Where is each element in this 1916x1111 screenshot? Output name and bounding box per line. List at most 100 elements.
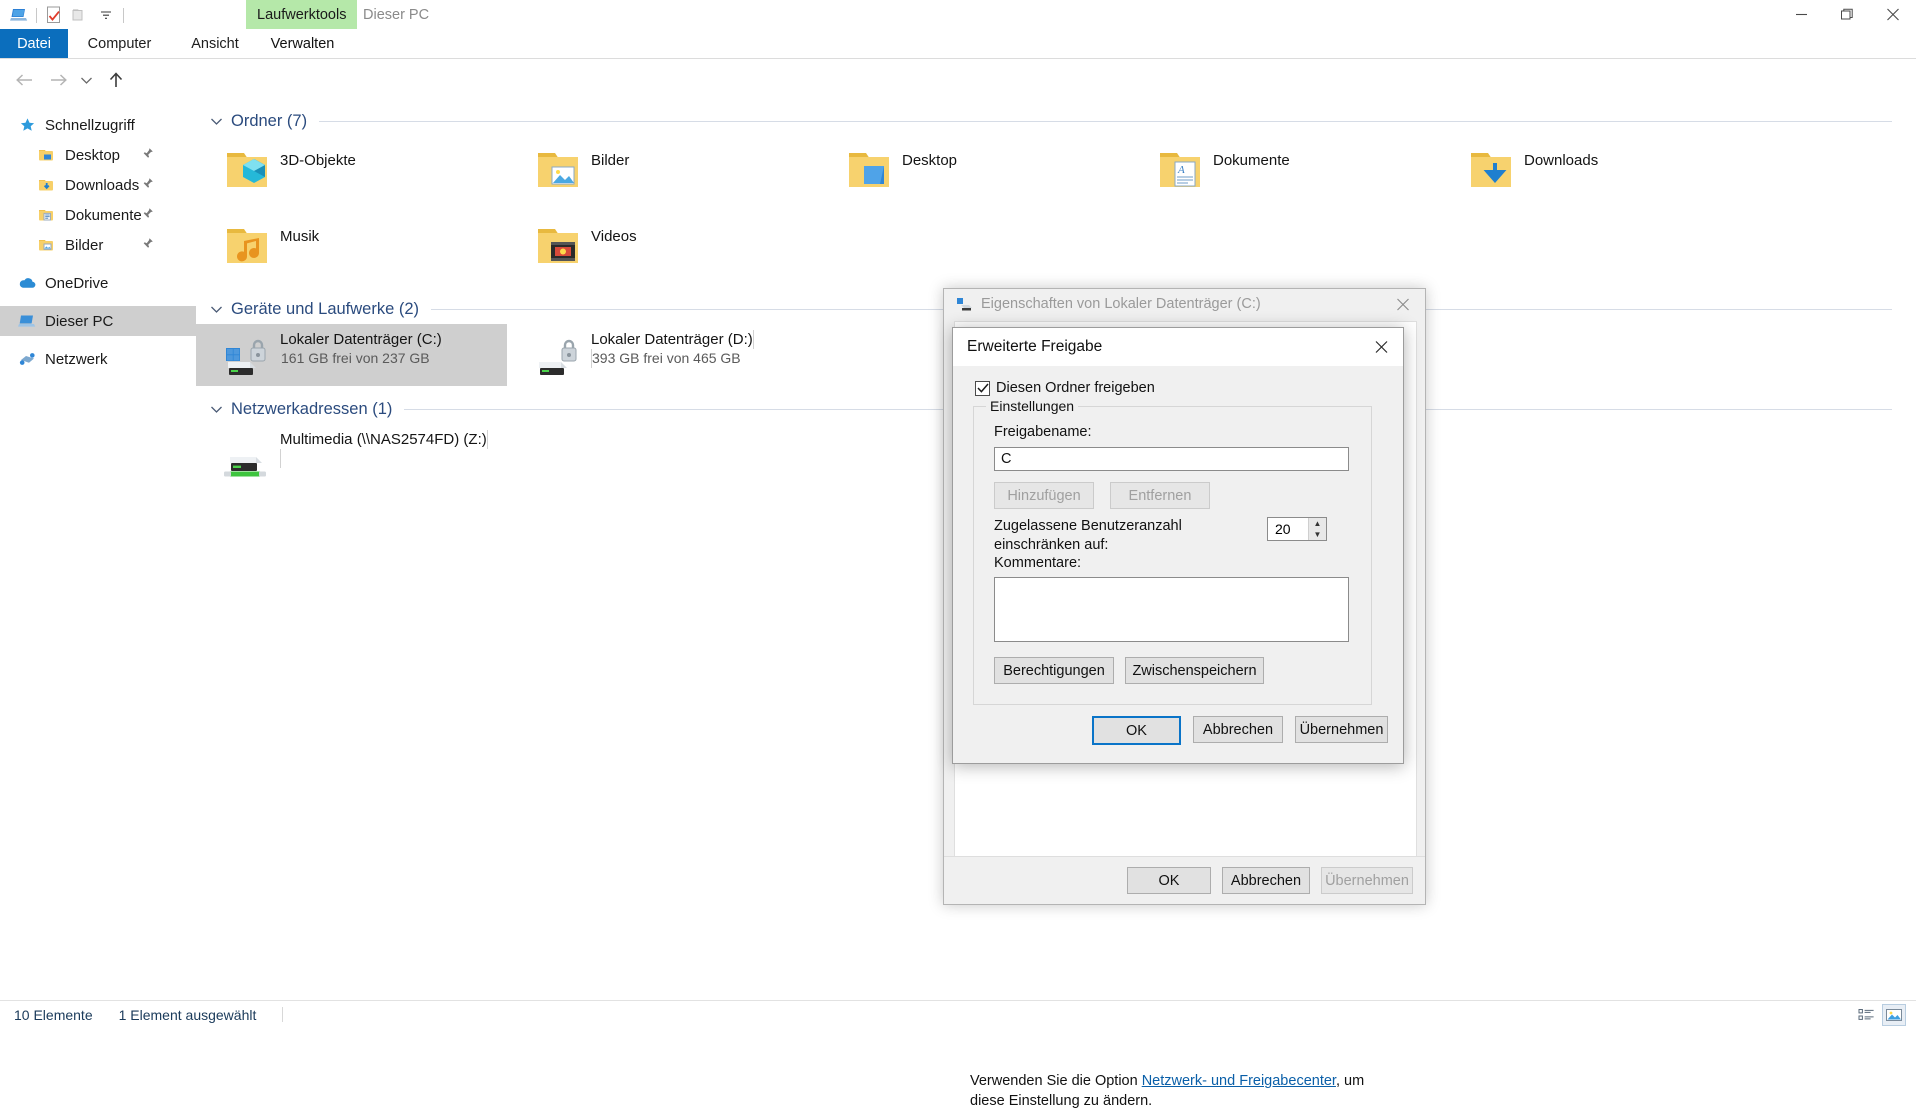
pin-icon[interactable] [141, 207, 154, 224]
restore-icon[interactable] [1824, 0, 1870, 29]
navigation-pane: Schnellzugriff Desktop Downloads Dokumen… [0, 104, 196, 1000]
list-item-label: Musik [280, 228, 320, 245]
comments-label: Kommentare: [994, 555, 1082, 571]
list-item[interactable]: Videos [507, 212, 818, 288]
folder-documents-icon: A [1151, 142, 1213, 200]
close-icon[interactable] [1381, 290, 1425, 319]
group-header-label: Geräte und Laufwerke (2) [231, 299, 420, 318]
sidebar-item-onedrive[interactable]: OneDrive [0, 268, 196, 298]
window-title: Dieser PC [363, 6, 430, 23]
window-controls [1778, 0, 1916, 29]
folder-downloads-icon [1462, 142, 1524, 200]
up-button[interactable] [102, 66, 130, 94]
pin-icon[interactable] [141, 147, 154, 164]
close-icon[interactable] [1870, 0, 1916, 29]
group-header-folders[interactable]: Ordner (7) [196, 106, 1916, 136]
share-name-label: Freigabename: [994, 424, 1092, 440]
user-limit-value[interactable]: 20 [1268, 518, 1308, 540]
caching-button[interactable]: Zwischenspeichern [1125, 657, 1264, 684]
close-icon[interactable] [1359, 329, 1403, 366]
ribbon-divider [0, 58, 1916, 59]
quick-access-toolbar [6, 3, 128, 27]
details-view-icon[interactable] [1854, 1004, 1878, 1026]
comments-textarea[interactable] [994, 577, 1349, 642]
downloads-folder-icon [36, 175, 58, 195]
local-drive-icon [529, 328, 591, 386]
list-item[interactable]: Musik [196, 212, 507, 288]
navigation-row: › Dieser PC "Dieser PC" durchsuchen [0, 60, 1916, 150]
chevron-down-icon[interactable] [210, 403, 223, 416]
forward-button[interactable] [44, 66, 72, 94]
pin-icon[interactable] [141, 177, 154, 194]
back-button[interactable] [10, 66, 38, 94]
large-icons-view-icon[interactable] [1882, 1003, 1906, 1026]
ok-button[interactable]: OK [1092, 716, 1181, 745]
cancel-button[interactable]: Abbrechen [1222, 867, 1310, 894]
capacity-text: 393 GB frei von 465 GB [592, 350, 741, 366]
sidebar-item-label: Schnellzugriff [45, 116, 135, 134]
tab-computer[interactable]: Computer [72, 29, 167, 59]
user-limit-stepper[interactable]: 20 ▲ ▼ [1267, 517, 1327, 541]
cancel-button[interactable]: Abbrechen [1193, 716, 1283, 743]
sidebar-item-label: Desktop [65, 146, 121, 164]
tab-ansicht[interactable]: Ansicht [175, 29, 255, 59]
sidebar-item-schnellzugriff[interactable]: Schnellzugriff [0, 110, 196, 140]
title-bar: Laufwerktools Dieser PC [0, 0, 1916, 29]
chevron-down-icon[interactable] [210, 115, 223, 128]
folder-3d-objects-icon [218, 142, 280, 200]
documents-folder-icon [36, 205, 58, 225]
dialog-title: Erweiterte Freigabe [967, 338, 1103, 355]
chevron-down-icon[interactable] [210, 303, 223, 316]
spinner-down-icon[interactable]: ▼ [1309, 529, 1326, 540]
star-icon [16, 115, 38, 135]
toolbar-divider-2 [123, 7, 124, 23]
sidebar-item-netzwerk[interactable]: Netzwerk [0, 344, 196, 374]
dialog-footer: OK Abbrechen Übernehmen [953, 716, 1405, 745]
properties-icon[interactable] [41, 3, 67, 27]
list-item[interactable]: Downloads [1440, 136, 1751, 212]
list-item[interactable]: 3D-Objekte [196, 136, 507, 212]
sidebar-item-downloads[interactable]: Downloads [0, 170, 196, 200]
list-item[interactable]: Desktop [818, 136, 1129, 212]
list-item[interactable]: Lokaler Datenträger (C:) 161 GB frei von… [196, 324, 507, 386]
share-folder-checkbox[interactable] [975, 380, 990, 396]
share-folder-checkbox-row[interactable]: Diesen Ordner freigeben [953, 366, 1403, 396]
list-item[interactable]: Lokaler Datenträger (D:) 393 GB frei von… [507, 324, 818, 386]
customize-dropdown-icon[interactable] [93, 3, 119, 27]
dialog-title: Eigenschaften von Lokaler Datenträger (C… [981, 296, 1261, 312]
sidebar-item-bilder[interactable]: Bilder [0, 230, 196, 260]
list-item-label: Desktop [902, 152, 958, 169]
network-drive-icon [218, 428, 280, 492]
permissions-button[interactable]: Berechtigungen [994, 657, 1114, 684]
this-pc-icon[interactable] [6, 3, 32, 27]
new-folder-icon[interactable] [67, 3, 93, 27]
list-item-label: Downloads [1524, 152, 1599, 169]
group-header-label: Netzwerkadressen (1) [231, 399, 393, 418]
list-item-label: Bilder [591, 152, 630, 169]
pin-icon[interactable] [141, 237, 154, 254]
onedrive-cloud-icon [16, 273, 38, 293]
recent-locations-icon[interactable] [76, 66, 96, 94]
ok-button[interactable]: OK [1127, 867, 1211, 894]
sharing-center-note: Verwenden Sie die Option Netzwerk- und F… [970, 1071, 1390, 1111]
spinner-up-icon[interactable]: ▲ [1309, 518, 1326, 529]
minimize-icon[interactable] [1778, 0, 1824, 29]
sidebar-item-dokumente[interactable]: Dokumente [0, 200, 196, 230]
sidebar-item-desktop[interactable]: Desktop [0, 140, 196, 170]
list-item[interactable]: Multimedia (\\NAS2574FD) (Z:) [196, 424, 507, 494]
sidebar-item-dieser-pc[interactable]: Dieser PC [0, 306, 196, 336]
list-item[interactable]: Bilder [507, 136, 818, 212]
dialog-footer: OK Abbrechen Übernehmen [944, 856, 1425, 904]
tab-verwalten[interactable]: Verwalten [259, 29, 346, 59]
tab-datei[interactable]: Datei [0, 29, 68, 59]
ribbon-tab-strip: Datei Computer Ansicht Verwalten ? [0, 29, 1916, 82]
windows-drive-icon [218, 328, 280, 386]
list-item[interactable]: A Dokumente [1129, 136, 1440, 212]
status-bar: 10 Elemente 1 Element ausgewählt [0, 1000, 1916, 1028]
share-name-input[interactable]: C [994, 447, 1349, 471]
list-item-label: Dokumente [1213, 152, 1290, 169]
network-sharing-center-link[interactable]: Netzwerk- und Freigabecenter [1142, 1073, 1336, 1089]
sidebar-item-label: Netzwerk [45, 350, 108, 368]
apply-button[interactable]: Übernehmen [1295, 716, 1388, 743]
ribbon-contextual-tab-drive-tools[interactable]: Laufwerktools [246, 0, 358, 29]
